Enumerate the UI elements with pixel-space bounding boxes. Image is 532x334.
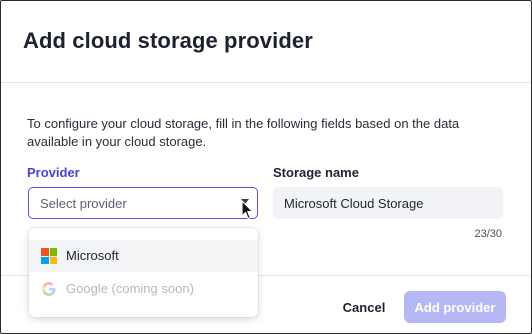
provider-option-microsoft[interactable]: Microsoft: [29, 240, 258, 272]
dialog-description: To configure your cloud storage, fill in…: [27, 116, 460, 149]
google-logo-icon: [41, 281, 57, 297]
provider-select[interactable]: Select provider: [28, 187, 258, 219]
provider-select-placeholder: Select provider: [40, 196, 127, 211]
dialog-title: Add cloud storage provider: [23, 28, 313, 53]
cancel-button[interactable]: Cancel: [334, 293, 394, 321]
mouse-cursor-icon: [241, 200, 254, 220]
option-label: Microsoft: [66, 248, 119, 263]
storage-name-input[interactable]: [273, 187, 503, 219]
storage-name-label: Storage name: [273, 165, 359, 180]
microsoft-logo-icon: [41, 248, 57, 264]
add-provider-dialog: Add cloud storage provider To configure …: [0, 0, 532, 334]
dialog-header: Add cloud storage provider: [1, 1, 531, 83]
provider-label: Provider: [27, 165, 80, 180]
add-provider-button[interactable]: Add provider: [404, 291, 506, 323]
character-counter: 23/30: [474, 228, 502, 240]
option-label: Google (coming soon): [66, 281, 194, 296]
provider-option-google: Google (coming soon): [29, 273, 258, 305]
provider-dropdown-menu: Microsoft Google (coming soon): [29, 228, 258, 317]
